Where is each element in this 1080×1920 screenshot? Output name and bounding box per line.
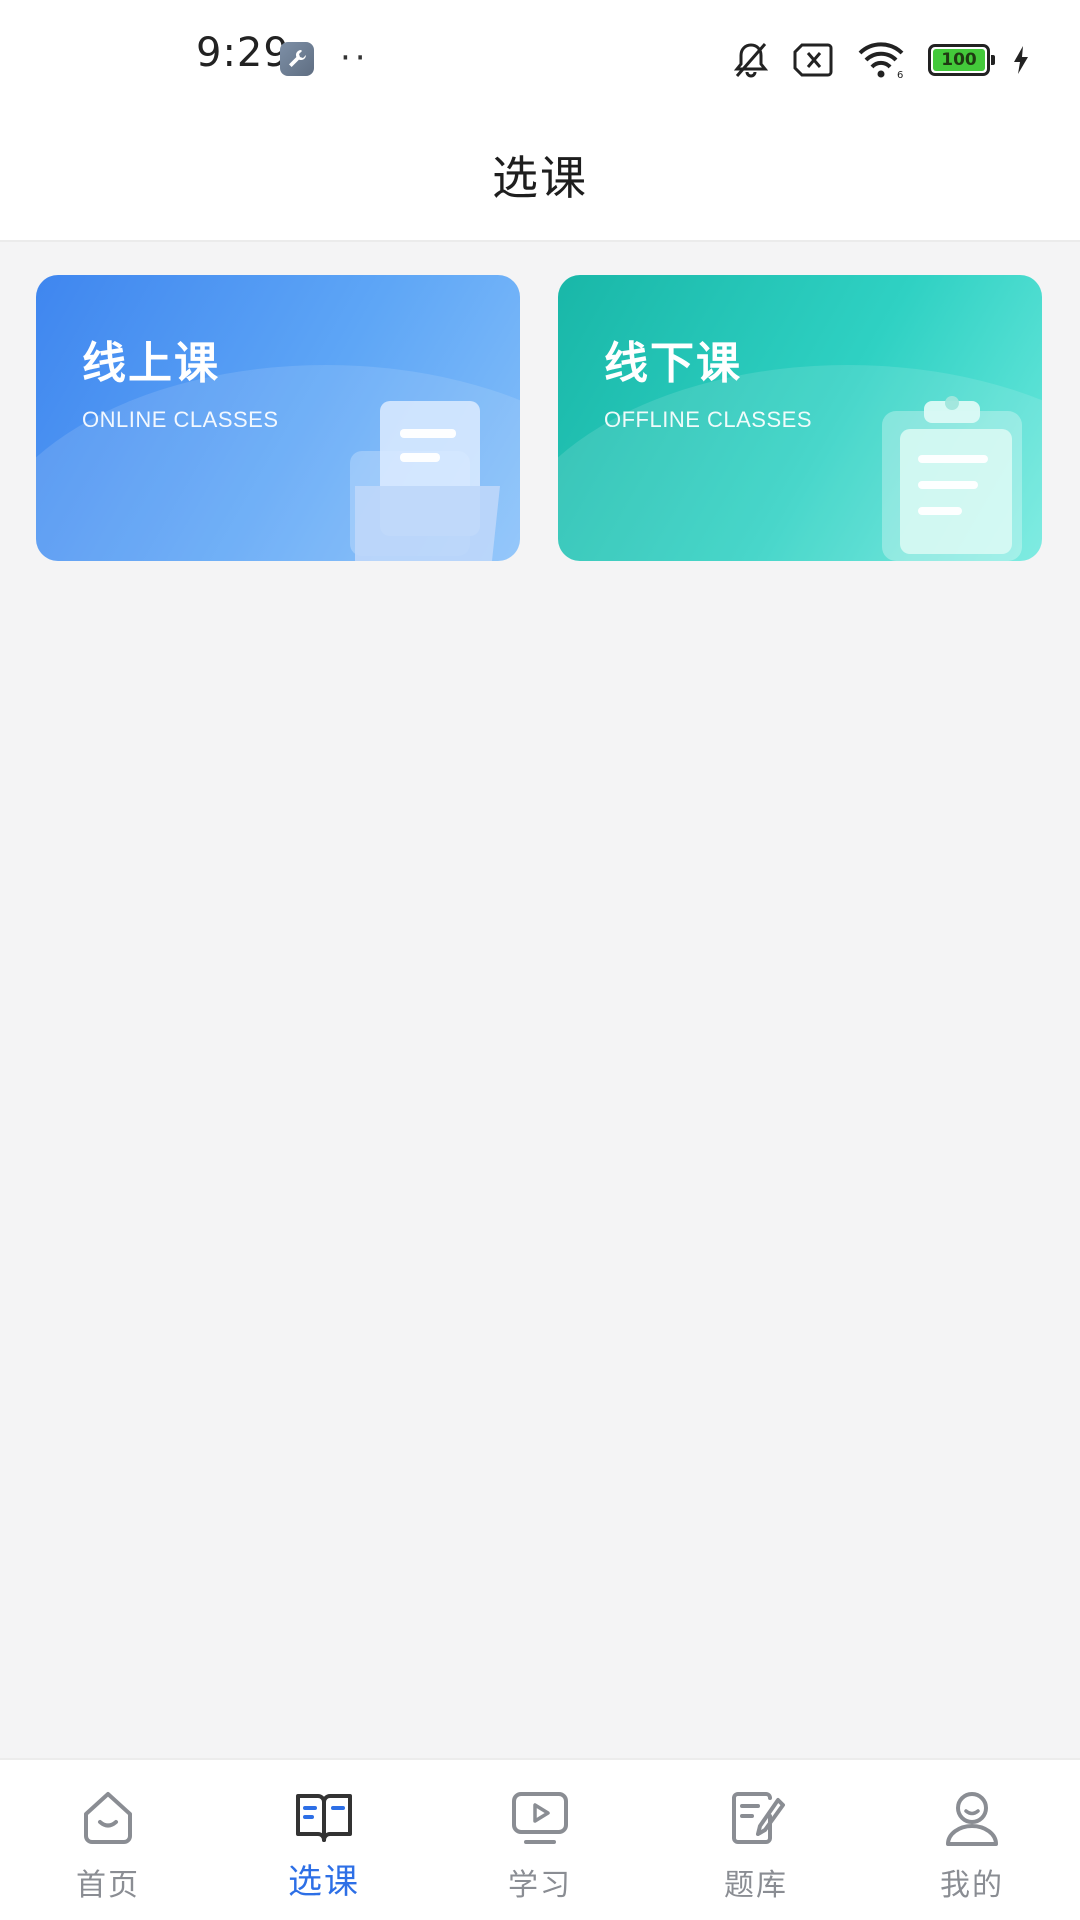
status-bar: 9:29 ·· 6 100 [0,0,1080,110]
page-title: 选课 [492,151,588,205]
battery-level: 100 [933,49,985,71]
folder-document-icon [350,401,500,561]
nav-item-mine[interactable]: 我的 [864,1760,1080,1920]
app-screen: 9:29 ·· 6 100 选课 线上课 ONLINE CLASSES 线下课 … [0,0,1080,1920]
svg-text:6: 6 [897,70,903,79]
home-icon [84,1792,132,1844]
nav-label: 首页 [76,1868,140,1903]
wifi-icon: 6 [858,42,904,79]
nav-item-home[interactable]: 首页 [0,1760,216,1920]
sim-card-x-icon [793,43,833,77]
nav-item-select-course[interactable]: 选课 [216,1760,432,1920]
clipboard-icon [882,396,1022,561]
book-icon [296,1794,352,1842]
edit-note-icon [732,1792,785,1844]
card-subtitle: ONLINE CLASSES [82,407,279,432]
status-icons: 6 100 [732,38,1030,82]
nav-label: 选课 [288,1862,360,1902]
nav-item-study[interactable]: 学习 [432,1760,648,1920]
battery-icon: 100 [928,44,995,76]
nav-label: 题库 [724,1868,788,1903]
offline-classes-card[interactable]: 线下课 OFFLINE CLASSES [558,275,1042,561]
bottom-nav: 首页 选课 学习 题库 我的 [0,1758,1080,1920]
wrench-icon [280,42,314,76]
bell-muted-icon [733,43,769,78]
charging-bolt-icon [1014,46,1028,74]
online-classes-card[interactable]: 线上课 ONLINE CLASSES [36,275,520,561]
play-screen-icon [512,1792,568,1844]
card-title: 线上课 [82,338,220,389]
card-title: 线下课 [604,338,742,389]
nav-label: 我的 [940,1868,1004,1903]
status-dots: ·· [340,38,370,78]
status-time: 9:29 [196,30,290,76]
nav-item-question-bank[interactable]: 题库 [648,1760,864,1920]
page-header: 选课 [0,110,1080,242]
user-icon [946,1792,998,1846]
card-subtitle: OFFLINE CLASSES [604,407,813,432]
nav-label: 学习 [508,1868,572,1903]
